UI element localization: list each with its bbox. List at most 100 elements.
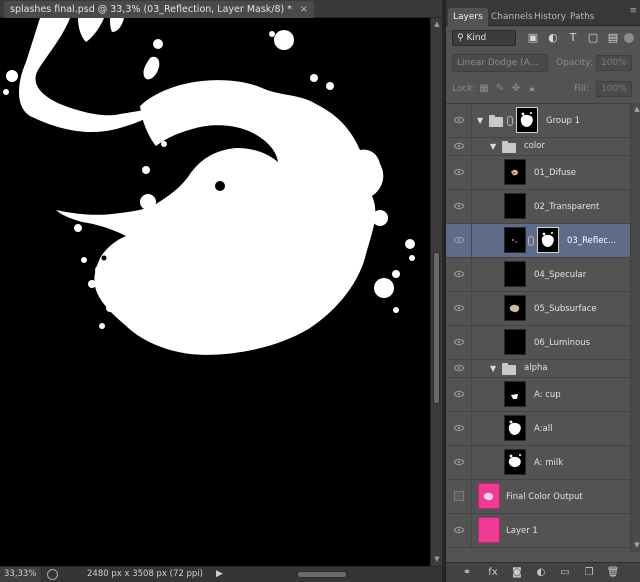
- layer-05-subsurface[interactable]: 05_Subsurface: [446, 292, 630, 326]
- adjustment-icon[interactable]: ◐: [534, 566, 548, 580]
- status-bar: 33,33% 2480 px x 3508 px (72 ppi) ▶: [0, 566, 442, 582]
- layer-final-color-output[interactable]: Final Color Output: [446, 480, 630, 514]
- document-vertical-scrollbar[interactable]: ▲ ▼: [430, 18, 442, 566]
- tab-paths[interactable]: Paths: [570, 9, 594, 26]
- lock-position-icon[interactable]: ✥: [510, 83, 522, 95]
- layer-thumbnail[interactable]: [504, 329, 526, 355]
- layer-02-transparent[interactable]: 02_Transparent: [446, 190, 630, 224]
- folder-icon: [502, 363, 516, 375]
- tab-layers[interactable]: Layers: [448, 8, 488, 26]
- eye-icon[interactable]: [454, 339, 464, 345]
- shape-filter-icon[interactable]: ▢: [586, 31, 600, 45]
- layer-group-1[interactable]: ▼ Group 1: [446, 104, 630, 138]
- layer-a-milk[interactable]: A: milk: [446, 446, 630, 480]
- eye-icon[interactable]: [454, 169, 464, 175]
- opacity-field[interactable]: 100%: [596, 55, 632, 71]
- link-icon[interactable]: ⚭: [460, 566, 474, 580]
- eye-icon[interactable]: [454, 237, 464, 243]
- filter-toggle-icon[interactable]: [624, 33, 634, 43]
- layer-01-difuse[interactable]: 01_Difuse: [446, 156, 630, 190]
- folder-icon: [489, 115, 503, 127]
- eye-icon[interactable]: [454, 305, 464, 311]
- type-filter-icon[interactable]: T: [566, 31, 580, 45]
- layer-name: 06_Luminous: [534, 338, 591, 348]
- caret-down-icon[interactable]: ▼: [490, 364, 496, 373]
- tab-channels[interactable]: Channels: [491, 9, 533, 26]
- caret-down-icon[interactable]: ▼: [490, 142, 496, 151]
- layer-03-reflection[interactable]: 03_Reflec...: [446, 224, 630, 258]
- adjustment-filter-icon[interactable]: ◐: [546, 31, 560, 45]
- document-tab-title: splashes final.psd @ 33,3% (03_Reflectio…: [10, 4, 293, 15]
- layer-thumbnail[interactable]: [504, 159, 526, 185]
- eye-icon[interactable]: [454, 365, 464, 371]
- visibility-cell: [446, 104, 472, 137]
- lock-all-icon[interactable]: 🔒︎: [526, 83, 538, 95]
- layer-thumbnail[interactable]: [504, 261, 526, 287]
- layer-thumbnail[interactable]: [478, 517, 500, 543]
- panel-menu-icon[interactable]: ≡: [629, 6, 637, 16]
- eye-icon[interactable]: [454, 117, 464, 123]
- lock-transparent-icon[interactable]: ▦: [478, 83, 490, 95]
- scroll-down-icon[interactable]: ▼: [633, 541, 640, 549]
- layer-thumbnail[interactable]: [504, 227, 526, 253]
- layer-thumbnail[interactable]: [504, 295, 526, 321]
- visibility-off-icon[interactable]: [454, 491, 464, 501]
- scroll-thumb[interactable]: [433, 252, 440, 404]
- layer-04-specular[interactable]: 04_Specular: [446, 258, 630, 292]
- layer-a-all[interactable]: A:all: [446, 412, 630, 446]
- visibility-cell: [446, 446, 472, 479]
- scroll-up-icon[interactable]: ▲: [633, 105, 640, 113]
- lock-image-icon[interactable]: ✎: [494, 83, 506, 95]
- chain-link-icon[interactable]: [528, 236, 534, 246]
- tab-history[interactable]: History: [534, 9, 566, 26]
- trash-icon[interactable]: 🗑︎: [606, 566, 620, 580]
- new-layer-icon[interactable]: ❐: [582, 566, 596, 580]
- close-icon[interactable]: ×: [300, 1, 308, 18]
- group-mask-thumbnail[interactable]: [516, 107, 538, 133]
- filter-kind-select[interactable]: ⚲ Kind: [452, 30, 516, 46]
- layers-scrollbar[interactable]: ▲ ▼: [630, 103, 640, 552]
- layer-thumbnail[interactable]: [504, 381, 526, 407]
- fill-label: Fill:: [574, 84, 590, 94]
- layer-name: color: [524, 141, 545, 151]
- layer-mask-thumbnail[interactable]: [537, 227, 559, 253]
- zoom-field[interactable]: 33,33%: [0, 567, 42, 582]
- eye-icon[interactable]: [454, 203, 464, 209]
- opacity-label: Opacity:: [556, 58, 593, 68]
- horizontal-scroll-thumb[interactable]: [297, 571, 347, 578]
- blend-mode-select[interactable]: Linear Dodge (A...: [452, 54, 548, 72]
- eye-icon[interactable]: [454, 425, 464, 431]
- fill-field[interactable]: 100%: [596, 81, 632, 97]
- play-icon[interactable]: ▶: [216, 567, 223, 582]
- eye-icon[interactable]: [454, 143, 464, 149]
- document-horizontal-scrollbar[interactable]: [232, 570, 432, 579]
- layer-group-alpha[interactable]: ▼ alpha: [446, 360, 630, 378]
- layer-thumbnail[interactable]: [504, 193, 526, 219]
- smart-object-filter-icon[interactable]: ▤: [606, 31, 620, 45]
- share-icon[interactable]: [47, 569, 58, 580]
- image-filter-icon[interactable]: ▣: [526, 31, 540, 45]
- scroll-up-icon[interactable]: ▲: [433, 20, 441, 28]
- eye-icon[interactable]: [454, 391, 464, 397]
- canvas[interactable]: [0, 18, 430, 566]
- layer-name: Group 1: [546, 116, 580, 126]
- layer-group-color[interactable]: ▼ color: [446, 138, 630, 156]
- layer-1[interactable]: Layer 1: [446, 514, 630, 548]
- layers-list: ▼ Group 1 ▼ color 01_Difuse 02_Transpare…: [446, 103, 640, 552]
- layer-name: A:all: [534, 424, 553, 434]
- fx-icon[interactable]: fx: [486, 566, 500, 580]
- layer-thumbnail[interactable]: [478, 483, 500, 509]
- eye-icon[interactable]: [454, 271, 464, 277]
- scroll-down-icon[interactable]: ▼: [433, 555, 441, 563]
- layer-thumbnail[interactable]: [504, 449, 526, 475]
- folder-icon[interactable]: ▭: [558, 566, 572, 580]
- caret-down-icon[interactable]: ▼: [477, 116, 483, 125]
- layer-06-luminous[interactable]: 06_Luminous: [446, 326, 630, 360]
- document-tab-bar: splashes final.psd @ 33,3% (03_Reflectio…: [0, 0, 442, 18]
- eye-icon[interactable]: [454, 459, 464, 465]
- mask-icon[interactable]: ◙: [510, 566, 524, 580]
- layer-thumbnail[interactable]: [504, 415, 526, 441]
- layer-a-cup[interactable]: A: cup: [446, 378, 630, 412]
- document-tab[interactable]: splashes final.psd @ 33,3% (03_Reflectio…: [4, 1, 315, 18]
- eye-icon[interactable]: [454, 527, 464, 533]
